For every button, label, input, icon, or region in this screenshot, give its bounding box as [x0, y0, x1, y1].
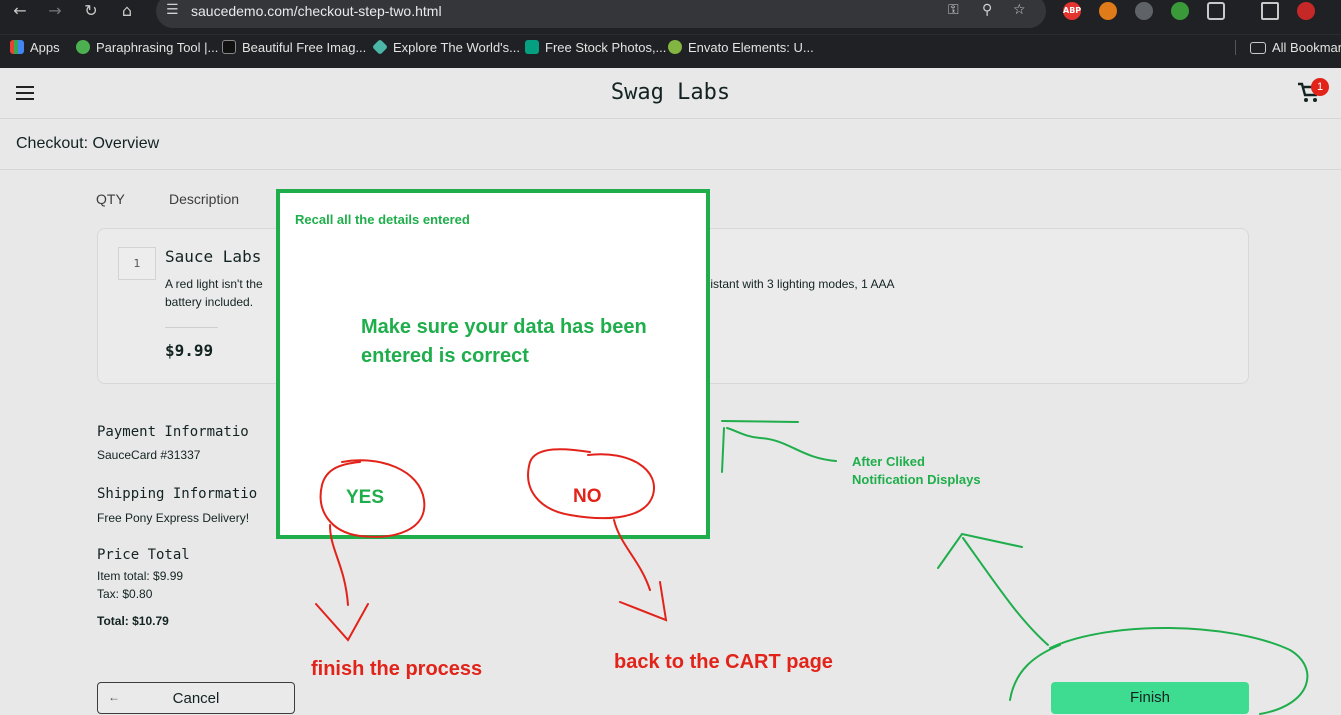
bookmark-apps[interactable]: Apps	[10, 40, 60, 55]
dialog-message: Make sure your data has been entered is …	[361, 316, 647, 367]
forward-icon[interactable]: →	[44, 0, 66, 22]
yes-button[interactable]: YES	[346, 487, 384, 509]
pinterest-icon	[372, 39, 388, 55]
finish-button[interactable]: Finish	[1051, 682, 1249, 714]
bookmark-quillbot[interactable]: Paraphrasing Tool |...	[76, 40, 218, 55]
address-bar[interactable]: ☰ saucedemo.com/checkout-step-two.html ⚿…	[156, 0, 1046, 28]
item-divider	[165, 327, 218, 328]
page-title: Checkout: Overview	[16, 135, 160, 152]
cancel-button[interactable]: ← Cancel	[97, 682, 295, 714]
yes-arrow	[315, 524, 369, 642]
profile-avatar-icon[interactable]	[1297, 2, 1315, 20]
metamask-icon[interactable]	[1099, 2, 1117, 20]
url-text[interactable]: saucedemo.com/checkout-step-two.html	[191, 3, 442, 19]
item-name[interactable]: Sauce Labs	[165, 247, 261, 266]
item-price: $9.99	[165, 341, 214, 360]
cart-badge: 1	[1311, 78, 1329, 96]
bookmark-pexels[interactable]: Free Stock Photos,...	[525, 40, 666, 55]
confirmation-dialog: Recall all the details entered Make sure…	[276, 189, 710, 539]
payment-info-value: SauceCard #31337	[97, 448, 201, 462]
apps-grid-icon	[10, 40, 24, 54]
unsplash-icon	[222, 40, 236, 54]
shipping-info-label: Shipping Informatio	[97, 486, 258, 502]
payment-info-label: Payment Informatio	[97, 424, 249, 440]
bookmarks-bar: Apps Paraphrasing Tool |... Beautiful Fr…	[0, 34, 1341, 68]
item-total: Item total: $9.99	[97, 569, 184, 583]
total-value: Total: $10.79	[97, 614, 169, 628]
home-icon[interactable]: ⌂	[116, 0, 138, 22]
app-header: Swag Labs 1	[0, 68, 1341, 119]
shipping-info-value: Free Pony Express Delivery!	[97, 511, 250, 525]
browser-toolbar: ← → ↻ ⌂ ☰ saucedemo.com/checkout-step-tw…	[0, 0, 1341, 34]
item-quantity: 1	[118, 247, 156, 280]
notification-arrow	[721, 420, 837, 473]
tax-value: Tax: $0.80	[97, 587, 153, 601]
qty-column-header: QTY	[96, 191, 125, 207]
bookmark-star-icon[interactable]: ☆	[1013, 2, 1026, 18]
annotation-after-clicked: After Cliked Notification Displays	[852, 454, 981, 487]
price-total-label: Price Total	[97, 547, 190, 563]
bookmark-envato[interactable]: Envato Elements: U...	[668, 40, 814, 55]
bookmark-explore[interactable]: Explore The World's...	[372, 39, 520, 55]
app-logo: Swag Labs	[610, 80, 731, 105]
folder-icon	[1250, 42, 1266, 54]
secondary-header: Checkout: Overview	[0, 120, 1341, 170]
color-extension-icon[interactable]	[1171, 2, 1189, 20]
extensions-puzzle-icon[interactable]	[1207, 2, 1225, 20]
zoom-icon[interactable]: ⚲	[982, 2, 992, 18]
extension-gear-icon[interactable]	[1135, 2, 1153, 20]
quillbot-icon	[76, 40, 90, 54]
no-button[interactable]: NO	[573, 486, 602, 508]
side-panel-icon[interactable]	[1261, 2, 1279, 20]
reload-icon[interactable]: ↻	[80, 0, 102, 22]
back-icon[interactable]: ←	[9, 0, 31, 22]
password-key-icon[interactable]: ⚿	[948, 2, 959, 18]
pexels-icon	[525, 40, 539, 54]
dialog-title: Recall all the details entered	[295, 212, 470, 227]
envato-icon	[668, 40, 682, 54]
annotation-back-to-cart: back to the CART page	[614, 651, 833, 673]
finish-arrow	[937, 532, 1049, 646]
annotation-finish-process: finish the process	[311, 658, 483, 680]
site-settings-icon[interactable]: ☰	[166, 2, 179, 18]
bookmark-all[interactable]: All Bookmarks	[1235, 40, 1341, 55]
bookmark-unsplash[interactable]: Beautiful Free Imag...	[222, 40, 366, 55]
description-column-header: Description	[169, 191, 240, 207]
adblock-icon[interactable]: ABP	[1063, 2, 1081, 20]
